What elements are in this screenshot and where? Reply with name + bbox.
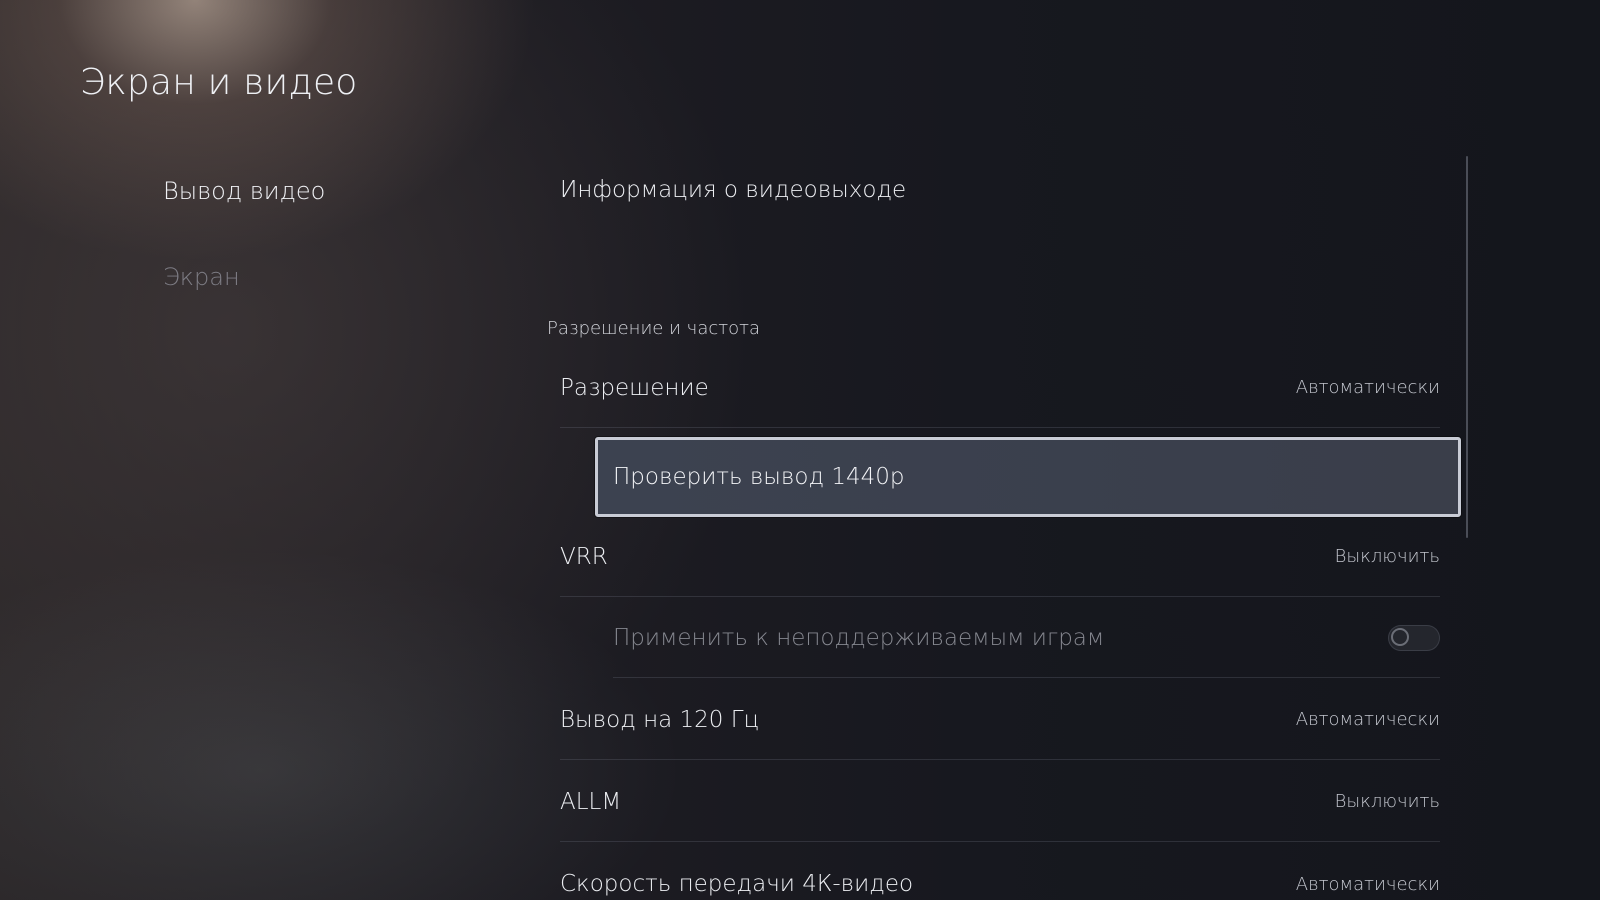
setting-value: Автоматически — [1295, 873, 1440, 895]
setting-row-allm[interactable]: ALLM Выключить — [560, 762, 1440, 842]
setting-label: Вывод на 120 Гц — [560, 706, 760, 733]
setting-label: ALLM — [560, 788, 622, 815]
page-title: Экран и видео — [80, 62, 358, 103]
setting-label: Разрешение — [560, 374, 709, 401]
setting-row-apply-unsupported-games[interactable]: Применить к неподдерживаемым играм — [613, 598, 1440, 678]
setting-value: Автоматически — [1295, 377, 1440, 398]
setting-row-video-output-info[interactable]: Информация о видеовыходе — [560, 150, 1440, 230]
setting-row-4k-transfer-rate[interactable]: Скорость передачи 4К-видео Автоматически — [560, 844, 1440, 900]
setting-label: Применить к неподдерживаемым играм — [613, 624, 1105, 651]
scrollbar[interactable] — [1466, 156, 1468, 538]
setting-row-vrr[interactable]: VRR Выключить — [560, 517, 1440, 597]
setting-label: Проверить вывод 1440p — [613, 464, 905, 490]
setting-value: Выключить — [1334, 546, 1440, 567]
setting-value: Выключить — [1334, 791, 1440, 812]
nav-item-screen[interactable]: Экран — [163, 263, 240, 291]
setting-label: VRR — [560, 543, 608, 570]
setting-row-120hz-output[interactable]: Вывод на 120 Гц Автоматически — [560, 680, 1440, 760]
setting-row-resolution[interactable]: Разрешение Автоматически — [560, 348, 1440, 428]
setting-row-test-1440p-output[interactable]: Проверить вывод 1440p — [595, 437, 1461, 517]
apply-unsupported-toggle[interactable] — [1388, 624, 1440, 651]
setting-label: Информация о видеовыходе — [560, 177, 907, 203]
settings-panel: Информация о видеовыходе Разрешение и ча… — [545, 150, 1465, 900]
setting-value: Автоматически — [1295, 709, 1440, 730]
nav-item-video-output[interactable]: Вывод видео — [163, 177, 325, 205]
toggle-knob — [1391, 627, 1409, 646]
setting-label: Скорость передачи 4К-видео — [560, 871, 914, 897]
section-header-resolution-rate: Разрешение и частота — [547, 318, 761, 339]
